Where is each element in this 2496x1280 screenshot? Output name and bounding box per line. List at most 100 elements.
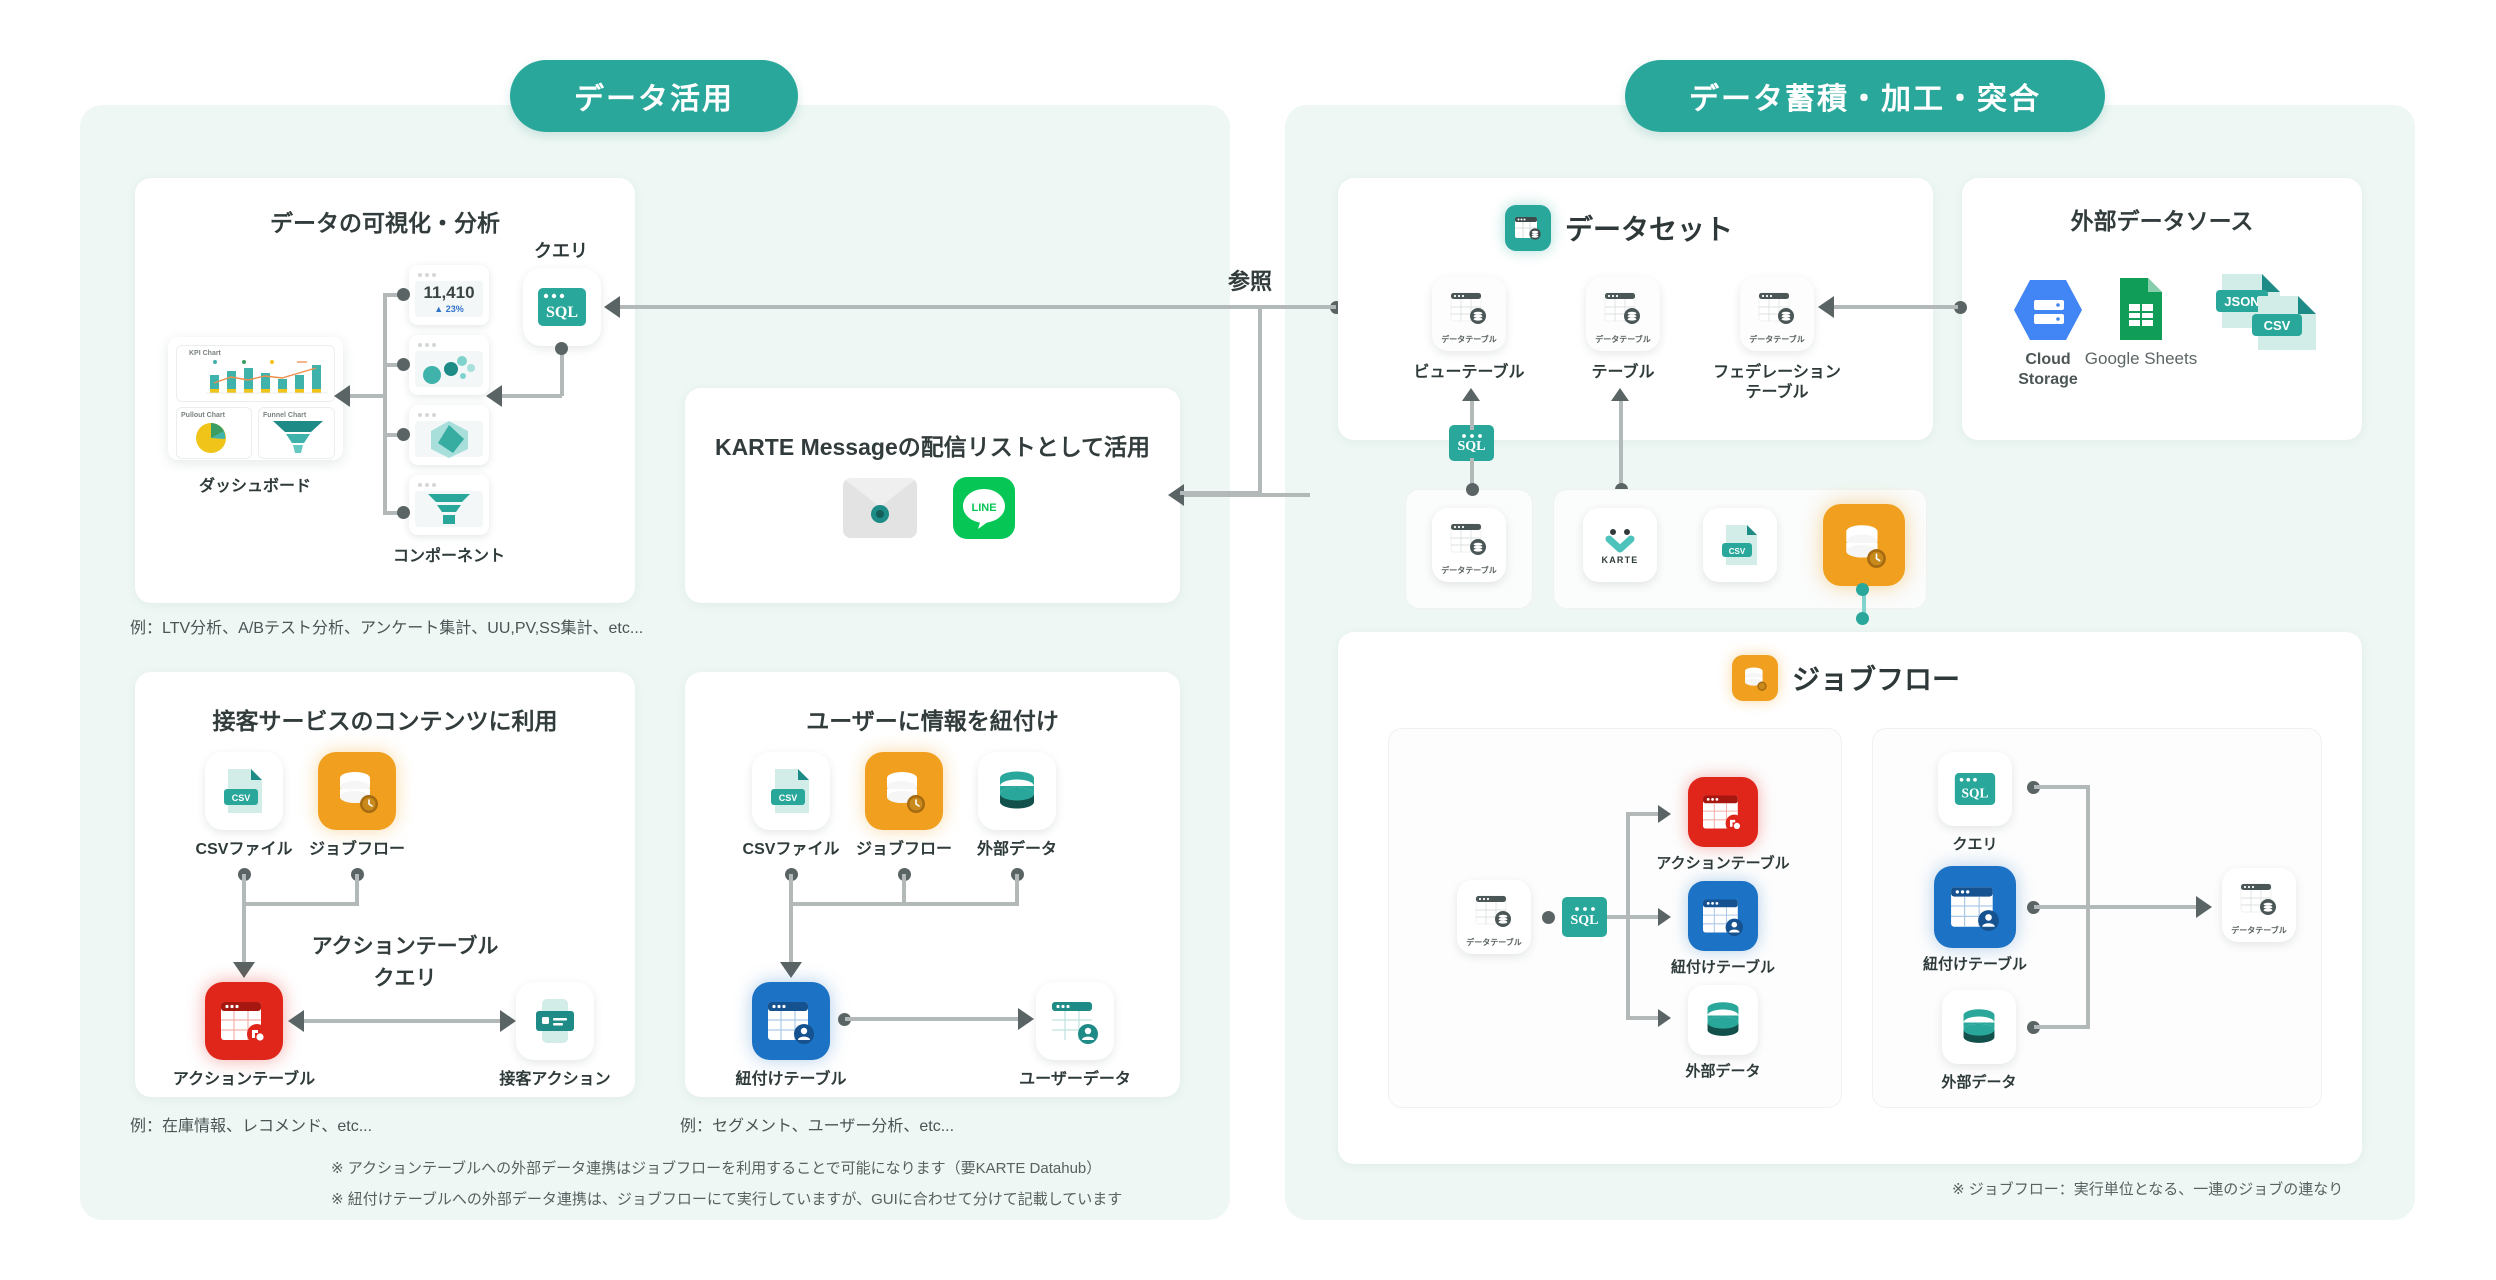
action-to-service-line: [302, 1019, 502, 1023]
data-table-tile: データテーブル: [2222, 868, 2296, 942]
view-table-node: データテーブル ビューテーブル: [1413, 277, 1525, 381]
reference-label: 参照: [1227, 269, 1272, 294]
user-external-node: 外部データ: [977, 752, 1057, 858]
jf-sql-badge-text: SQL: [1570, 913, 1599, 928]
jobflow-icon: [318, 752, 396, 830]
jf2-target-arrow: [2196, 896, 2212, 918]
user-external-label: 外部データ: [976, 841, 1058, 858]
jf-fan-mid: [1626, 915, 1660, 919]
funnel-icon: [428, 494, 470, 524]
csv-badge: CSV: [779, 793, 798, 803]
analysis-card-title: データの可視化・分析: [270, 210, 500, 236]
line-wordmark: LINE: [971, 502, 996, 514]
mail-channel: [843, 478, 917, 538]
kpi-chart-label: KPI Chart: [189, 350, 221, 357]
jobflow-footnote: ※ ジョブフロー：実行単位となる、一連のジョブの連なり: [1952, 1181, 2344, 1198]
service-jobflow-node: ジョブフロー: [309, 752, 405, 858]
sql-badge-text: SQL: [1962, 785, 1989, 800]
branch-dot-2: [397, 358, 410, 371]
jobflow-icon: [865, 752, 943, 830]
jf2-query-hline: [2034, 785, 2090, 789]
user-csv-vline: [789, 874, 793, 966]
table-feed-arrow: [1611, 388, 1629, 401]
branch-dot-3: [397, 428, 410, 441]
jobflow-icon: [1823, 504, 1905, 586]
user-jobflow-node: ジョブフロー: [856, 752, 952, 858]
ingest-jobflow-node: [1823, 504, 1905, 586]
component-label: コンポーネント: [392, 548, 506, 565]
dataset-title: データセット: [1565, 214, 1734, 245]
karte-wordmark: KARTE: [1602, 555, 1639, 565]
diagram-canvas: データ活用 データ蓄積・加工・突合 データの可視化・分析 KPI Chart P…: [0, 0, 2496, 1280]
service-jobflow-label: ジョブフロー: [308, 841, 406, 858]
federation-table-node: データテーブル フェデレーションテーブル: [1713, 277, 1841, 401]
action-query-label-line2: クエリ: [373, 967, 437, 990]
external-to-dataset-arrow: [1818, 296, 1834, 318]
link-table-node: 紐付けテーブル: [735, 982, 847, 1088]
external-to-dataset-line: [1832, 305, 1958, 309]
jf-arrow-action: [1658, 805, 1671, 823]
json-csv-node: JSON CSV: [2214, 272, 2324, 352]
kpi-delta: ▲ 23%: [434, 304, 464, 314]
reference-branch-hline: [1180, 491, 1262, 495]
component-bus-vertical: [383, 295, 387, 513]
cloud-storage-label: Cloud Storage: [2018, 351, 2078, 388]
jobflow-header: ジョブフロー: [1732, 655, 1960, 701]
service-action-arrow: [233, 962, 255, 978]
dataset-icon: [1505, 205, 1551, 251]
component-kpi: 11,410 ▲ 23%: [409, 265, 489, 325]
link-table-icon: [752, 982, 830, 1060]
service-action-node: 接客アクション: [499, 982, 611, 1088]
csv-badge: CSV: [1729, 547, 1746, 556]
analysis-note: 例：LTV分析、A/Bテスト分析、アンケート集計、UU,PV,SS集計、etc.…: [130, 620, 644, 637]
csv-file-icon: CSV: [1703, 508, 1777, 582]
dataset-header: データセット: [1505, 205, 1733, 251]
jf2-external-node: 外部データ: [1941, 990, 2017, 1091]
jobflow-header-icon: [1732, 655, 1778, 701]
user-link-arrow: [780, 962, 802, 978]
component-funnel: [409, 475, 489, 535]
data-table-micro-label: データテーブル: [2231, 926, 2287, 935]
view-table-label: ビューテーブル: [1413, 364, 1525, 381]
service-csv-vline: [242, 874, 246, 966]
google-sheets-label: Google Sheets: [2084, 349, 2198, 368]
action-to-service-arrow-left: [288, 1010, 304, 1032]
jf-external-label: 外部データ: [1685, 1063, 1761, 1080]
table-feed-line: [1619, 400, 1623, 490]
json-csv-files-icon: JSON CSV: [2214, 272, 2324, 352]
query-down-line: [560, 348, 564, 396]
jf-action-table-label: アクションテーブル: [1656, 855, 1790, 872]
user-merge-hline: [789, 902, 1019, 906]
component-radar: [409, 405, 489, 465]
service-csv-node: CSV CSVファイル: [196, 752, 292, 858]
csv-badge: CSV: [232, 793, 251, 803]
action-to-service-arrow-right: [500, 1010, 516, 1032]
jf2-query-node: SQL クエリ: [1938, 752, 2012, 853]
jf2-target-table-node: データテーブル: [2222, 868, 2296, 942]
service-note: 例：在庫情報、レコメンド、etc...: [130, 1118, 373, 1135]
google-sheets-icon: [2116, 276, 2166, 342]
pullout-chart-label: Pullout Chart: [181, 412, 225, 419]
action-table-icon: [1688, 777, 1758, 847]
query-label: クエリ: [534, 241, 588, 261]
reference-vline: [1258, 305, 1262, 495]
table-node: データテーブル テーブル: [1586, 277, 1660, 381]
user-data-label: ユーザーデータ: [1019, 1071, 1131, 1088]
ingest-csv-node: CSV: [1703, 508, 1777, 582]
message-card: KARTE Messageの配信リストとして活用: [685, 388, 1180, 603]
user-note: 例：セグメント、ユーザー分析、etc...: [680, 1118, 955, 1135]
service-jobflow-vline: [355, 874, 359, 904]
action-table-icon: [205, 982, 283, 1060]
jf-fan-bottom: [1626, 1016, 1660, 1020]
jf-link-table-label: 紐付けテーブル: [1670, 959, 1776, 976]
table-label: テーブル: [1591, 364, 1655, 381]
message-feed-arrow: [1168, 484, 1184, 506]
external-sources-title: 外部データソース: [2070, 208, 2254, 234]
jf-external-node: 外部データ: [1685, 985, 1761, 1080]
csv-file-icon: CSV: [752, 752, 830, 830]
action-table-node: アクションテーブル: [173, 982, 315, 1088]
user-data-node: ユーザーデータ: [1019, 982, 1131, 1088]
radar-icon: [431, 421, 468, 458]
svg-text:SQL: SQL: [546, 304, 578, 321]
kpi-chart-mock: KPI Chart: [176, 345, 335, 402]
